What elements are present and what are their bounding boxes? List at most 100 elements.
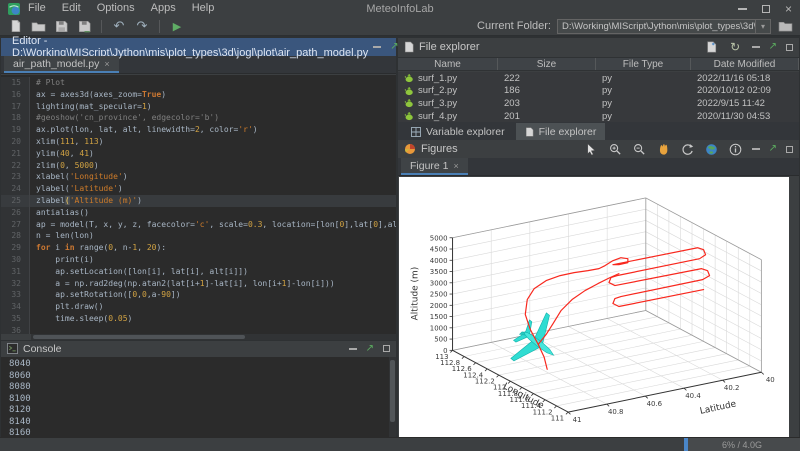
- file-date: 2022/11/16 05:18: [691, 73, 799, 84]
- menu-apps[interactable]: Apps: [143, 0, 184, 17]
- rotate-icon[interactable]: [680, 142, 695, 157]
- figure-canvas[interactable]: 113112.8112.6112.4112.2112111.8111.6111.…: [399, 177, 789, 437]
- chevron-down-icon[interactable]: ▾: [755, 20, 770, 33]
- file-size: 186: [498, 85, 596, 96]
- variable-grid-icon: [411, 127, 421, 137]
- figures-toolbar: ↗: [584, 142, 793, 157]
- line-number: 26: [1, 207, 30, 219]
- save-as-icon[interactable]: [76, 18, 92, 34]
- scrollbar-thumb[interactable]: [390, 360, 395, 422]
- window-title: MeteoInfoLab: [366, 3, 433, 15]
- code-line[interactable]: 31 ap.setLocation([lon[i], lat[i], alt[i…: [1, 266, 396, 278]
- tab-label: File explorer: [539, 126, 597, 138]
- panel-float-icon[interactable]: ↗: [366, 344, 374, 354]
- tab-figure-1[interactable]: Figure 1 ×: [401, 158, 468, 175]
- code-line[interactable]: 36: [1, 325, 396, 334]
- code-line[interactable]: 19ax.plot(lon, lat, alt, linewidth=2, co…: [1, 124, 396, 136]
- menu-file[interactable]: File: [20, 0, 54, 17]
- current-folder-group: Current Folder: D:\Working\MIScript\Jyth…: [477, 18, 793, 34]
- tab-air-path-model[interactable]: air_path_model.py ×: [4, 56, 119, 73]
- svg-text:111: 111: [551, 415, 564, 423]
- code-line[interactable]: 17lighting(mat_specular=1): [1, 101, 396, 113]
- code-line[interactable]: 18#geoshow('cn_province', edgecolor='b'): [1, 112, 396, 124]
- menu-options[interactable]: Options: [89, 0, 143, 17]
- pan-hand-icon[interactable]: [656, 142, 671, 157]
- new-file-icon[interactable]: [7, 18, 23, 34]
- code-line[interactable]: 15# Plot: [1, 77, 396, 89]
- info-icon[interactable]: [728, 142, 743, 157]
- tab-variable-explorer[interactable]: Variable explorer: [402, 123, 514, 140]
- code-editor[interactable]: 15# Plot16ax = axes3d(axes_zoom=True)17l…: [1, 75, 396, 334]
- panel-minimize-icon[interactable]: [752, 46, 760, 48]
- globe-icon[interactable]: [704, 142, 719, 157]
- file-row[interactable]: surf_4.py201py2020/11/30 04:53: [398, 110, 799, 122]
- panel-minimize-icon[interactable]: [752, 148, 760, 150]
- svg-text:40.4: 40.4: [685, 392, 701, 400]
- redo-icon[interactable]: ↷: [134, 18, 150, 34]
- close-button[interactable]: ×: [785, 4, 792, 14]
- console-scrollbar[interactable]: [389, 357, 396, 437]
- code-line[interactable]: 23xlabel('Longitude'): [1, 171, 396, 183]
- select-cursor-icon[interactable]: [584, 142, 599, 157]
- svg-text:111.2: 111.2: [533, 408, 553, 416]
- code-line[interactable]: 27ap = model(T, x, y, z, facecolor='c', …: [1, 219, 396, 231]
- line-number: 28: [1, 230, 30, 242]
- code-line[interactable]: 20xlim(111, 113): [1, 136, 396, 148]
- close-icon[interactable]: ×: [104, 59, 109, 69]
- run-script-icon[interactable]: ▶: [169, 18, 185, 34]
- zoom-in-icon[interactable]: [608, 142, 623, 157]
- panel-minimize-icon[interactable]: [373, 46, 381, 48]
- open-folder-icon[interactable]: [30, 18, 46, 34]
- panel-maximize-icon[interactable]: [786, 44, 793, 51]
- console-output[interactable]: 8040806080808100812081408160: [1, 357, 389, 437]
- file-row[interactable]: surf_3.py203py2022/9/15 11:42: [398, 97, 799, 110]
- code-line[interactable]: 33 ap.setRotation([0,0,a-90]): [1, 289, 396, 301]
- refresh-icon[interactable]: ↻: [728, 40, 743, 55]
- menu-edit[interactable]: Edit: [54, 0, 89, 17]
- editor-horizontal-scrollbar[interactable]: [31, 334, 396, 340]
- code-line[interactable]: 25zlabel('Altitude (m)'): [1, 195, 396, 207]
- code-line[interactable]: 34 plt.draw(): [1, 301, 396, 313]
- code-line[interactable]: 28n = len(lon): [1, 230, 396, 242]
- column-header[interactable]: Date Modified: [691, 58, 799, 70]
- column-header[interactable]: Name: [398, 58, 498, 70]
- zoom-out-icon[interactable]: [632, 142, 647, 157]
- save-icon[interactable]: [53, 18, 69, 34]
- file-row[interactable]: surf_1.py222py2022/11/16 05:18: [398, 72, 799, 85]
- code-line[interactable]: 21ylim(40, 41): [1, 148, 396, 160]
- column-header[interactable]: Size: [498, 58, 596, 70]
- panel-maximize-icon[interactable]: [786, 146, 793, 153]
- scrollbar-thumb[interactable]: [33, 335, 245, 339]
- undo-icon[interactable]: ↶: [111, 18, 127, 34]
- toolbar-separator: [159, 20, 160, 33]
- memory-indicator[interactable]: 6% / 4.0G: [684, 438, 800, 451]
- console-output-line: 8100: [9, 394, 389, 406]
- code-line[interactable]: 24ylabel('Latitude'): [1, 183, 396, 195]
- panel-float-icon[interactable]: ↗: [769, 42, 777, 52]
- code-line[interactable]: 29for i in range(0, n-1, 20):: [1, 242, 396, 254]
- panel-minimize-icon[interactable]: [349, 348, 357, 350]
- maximize-button[interactable]: [762, 5, 770, 13]
- toolbar-separator: [101, 20, 102, 33]
- menu-help[interactable]: Help: [184, 0, 223, 17]
- browse-folder-icon[interactable]: [777, 18, 793, 34]
- minimize-button[interactable]: [738, 8, 747, 10]
- code-line[interactable]: 26antialias(): [1, 207, 396, 219]
- new-document-icon[interactable]: [704, 40, 719, 55]
- code-line[interactable]: 22zlim(0, 5000): [1, 160, 396, 172]
- line-number: 25: [1, 195, 30, 207]
- code-line[interactable]: 35 time.sleep(0.05): [1, 313, 396, 325]
- file-row[interactable]: surf_2.py186py2020/10/12 02:09: [398, 85, 799, 98]
- tab-file-explorer[interactable]: File explorer: [516, 123, 606, 140]
- code-line[interactable]: 32 a = np.rad2deg(np.atan2(lat[i+1]-lat[…: [1, 278, 396, 290]
- column-header[interactable]: File Type: [596, 58, 691, 70]
- code-line[interactable]: 30 print(i): [1, 254, 396, 266]
- panel-float-icon[interactable]: ↗: [769, 144, 777, 154]
- line-number: 19: [1, 124, 30, 136]
- figures-tab-bar: Figure 1 ×: [398, 158, 799, 176]
- code-line[interactable]: 16ax = axes3d(axes_zoom=True): [1, 89, 396, 101]
- panel-maximize-icon[interactable]: [383, 345, 390, 352]
- svg-text:2500: 2500: [430, 291, 448, 299]
- current-folder-combobox[interactable]: D:\Working\MIScript\Jython\mis\plot_type…: [557, 19, 771, 34]
- close-icon[interactable]: ×: [454, 161, 459, 171]
